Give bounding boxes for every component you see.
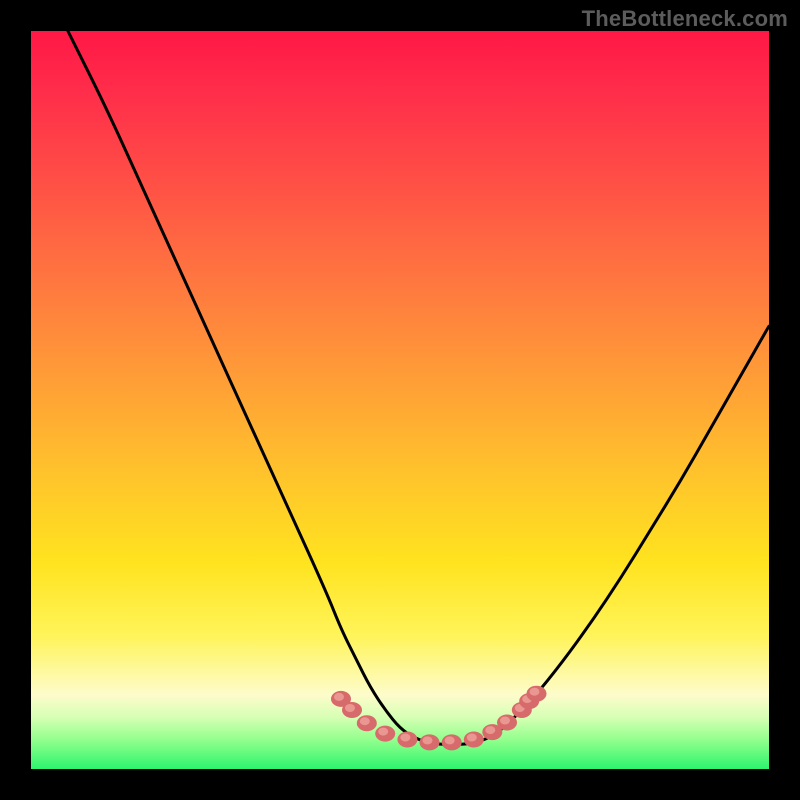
curve-marker-highlight	[485, 726, 495, 734]
curve-marker-highlight	[530, 688, 540, 696]
curve-marker-highlight	[360, 717, 370, 725]
chart-frame: TheBottleneck.com	[0, 0, 800, 800]
curve-marker-highlight	[345, 704, 355, 712]
curve-markers	[331, 686, 547, 751]
curve-marker-highlight	[334, 693, 344, 701]
watermark-text: TheBottleneck.com	[582, 6, 788, 32]
curve-marker-highlight	[423, 736, 433, 744]
curve-marker-highlight	[445, 736, 455, 744]
plot-area	[31, 31, 769, 769]
curve-marker-highlight	[467, 734, 477, 742]
curve-marker-highlight	[400, 734, 410, 742]
curve-marker-highlight	[500, 717, 510, 725]
bottleneck-curve-svg	[31, 31, 769, 769]
bottleneck-curve	[68, 31, 769, 745]
curve-marker-highlight	[378, 728, 388, 736]
